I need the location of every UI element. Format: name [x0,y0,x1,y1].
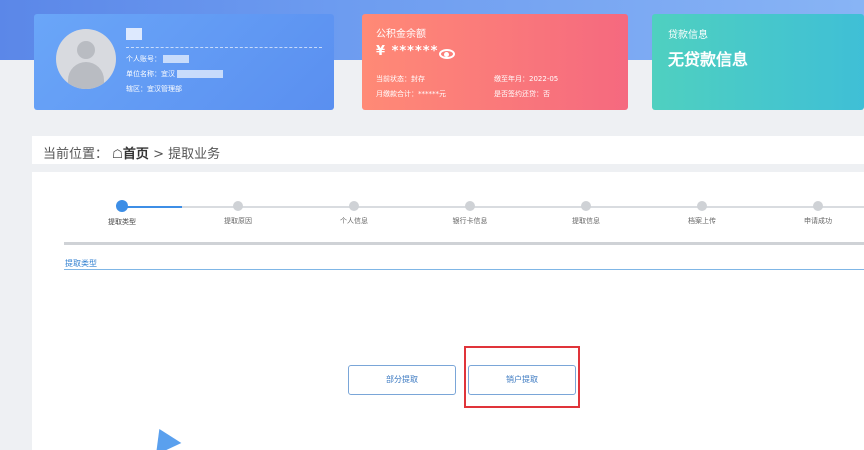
section-underline [64,269,864,270]
step-dot [697,201,707,211]
fund-amount: ¥ ****** [376,44,439,59]
fund-contract-signed: 是否签约还贷：否 [494,90,550,98]
step-label: 提取类型 [108,218,136,226]
district-row: 辖区：宜汉管理部 [126,84,182,94]
step-dot [465,201,475,211]
step-label: 个人信息 [340,217,368,225]
loan-info-card: 贷款信息 无贷款信息 [652,14,864,110]
employer-redacted [177,70,223,78]
pin-icon [146,423,182,450]
section-title: 提取类型 [65,259,97,268]
divider [126,47,322,48]
fund-title: 公积金余额 [376,29,426,40]
step-label: 银行卡信息 [452,217,488,225]
fund-status: 当前状态：封存 [376,75,425,83]
main-panel: 提取类型 提取原因 个人信息 银行卡信息 提取信息 档案上传 申请成功 提取类型… [32,172,864,450]
user-info-card: 个人账号： 单位名称：宜汉 辖区：宜汉管理部 [34,14,334,110]
district-label: 辖区：宜汉管理部 [126,85,182,93]
account-row: 个人账号： [126,54,189,64]
step-dot [813,201,823,211]
step-dot [581,201,591,211]
user-name-redacted [126,28,142,40]
step-label: 提取原因 [224,217,252,225]
step-dot [116,200,128,212]
account-redacted [163,55,189,63]
step-label: 提取信息 [572,217,600,225]
breadcrumb: 当前位置： ☖首页 > 提取业务 [32,136,864,164]
breadcrumb-home[interactable]: 首页 [123,147,149,162]
step-archive-upload: 档案上传 [657,201,747,226]
step-label: 档案上传 [688,217,716,225]
step-withdraw-type: 提取类型 [77,200,167,227]
step-personal-info: 个人信息 [309,201,399,226]
step-label: 申请成功 [804,217,832,225]
employer-label: 单位名称：宜汉 [126,70,175,78]
step-dot [233,201,243,211]
partial-withdraw-button[interactable]: 部分提取 [348,365,456,395]
loan-title: 贷款信息 [668,30,708,41]
fund-balance-card: 公积金余额 ¥ ****** 当前状态：封存 缴至年月：2022-05 月缴款合… [362,14,628,110]
fund-paid-until: 缴至年月：2022-05 [494,75,559,83]
divider [64,242,864,245]
avatar [56,29,116,89]
step-dot [349,201,359,211]
breadcrumb-current: 提取业务 [168,147,221,162]
step-withdraw-info: 提取信息 [541,201,631,226]
step-application-success: 申请成功 [773,201,863,226]
account-label: 个人账号： [126,55,161,63]
employer-row: 单位名称：宜汉 [126,69,223,79]
loan-value: 无贷款信息 [668,50,749,69]
eye-icon[interactable] [439,49,455,59]
breadcrumb-separator: > [153,147,164,162]
fund-monthly-total: 月缴款合计：******元 [376,90,446,98]
breadcrumb-prefix: 当前位置： [43,147,109,162]
step-bank-card-info: 银行卡信息 [425,201,515,226]
user-icon [77,41,95,59]
step-withdraw-reason: 提取原因 [193,201,283,226]
home-icon[interactable]: ☖ [112,147,123,161]
highlight-box [464,346,580,408]
